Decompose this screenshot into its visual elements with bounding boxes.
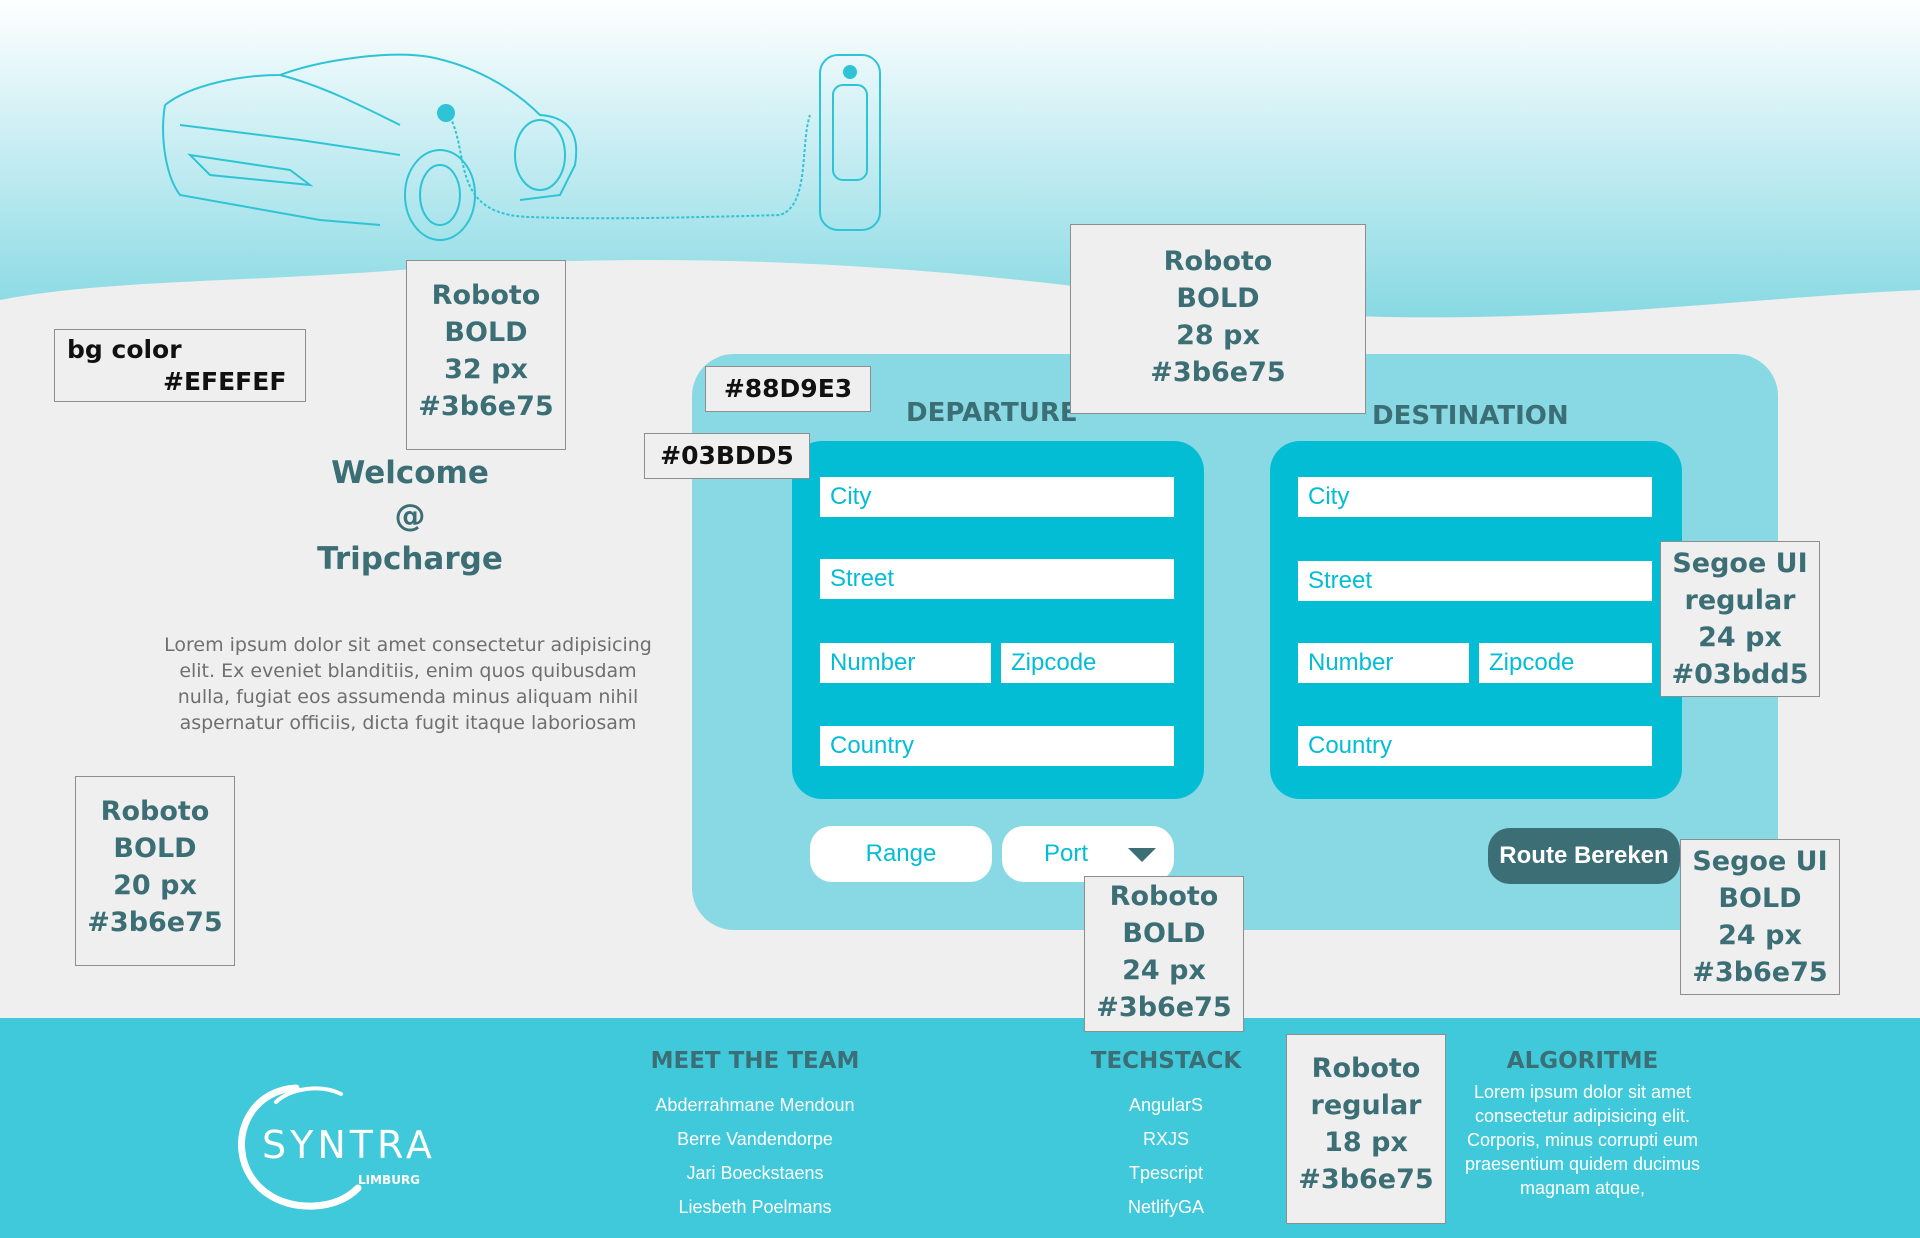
destination-number-input[interactable]: Number [1298,643,1469,683]
departure-title: DEPARTURE [906,398,1078,428]
destination-city-input[interactable]: City [1298,477,1652,517]
destination-title: DESTINATION [1372,401,1569,431]
annotation-line: #3b6e75 [418,391,554,422]
team-member-link[interactable]: Berre Vandendorpe [620,1122,890,1156]
departure-number-input[interactable]: Number [820,643,991,683]
annotation-line: 20 px [113,870,197,901]
annotation-line: 32 px [444,354,528,385]
departure-street-input[interactable]: Street [820,559,1174,599]
port-label: Port [1044,840,1089,867]
welcome-line: Welcome [331,455,489,491]
intro-font-annotation: Roboto BOLD 20 px #3b6e75 [75,776,235,966]
team-member-link[interactable]: Jari Boeckstaens [620,1156,890,1190]
techstack-heading: TECHSTACK [1090,1048,1242,1074]
bg-color-annotation: bg color #EFEFEF [54,329,306,402]
team-heading: MEET THE TEAM [650,1048,860,1074]
annotation-line: 18 px [1324,1127,1408,1158]
annotation-line: Roboto [100,796,210,827]
logo-text: SYNTRA [262,1123,436,1167]
welcome-line: Tripcharge [317,541,503,577]
annotation-line: #EFEFEF [163,367,287,396]
annotation-line: 24 px [1718,920,1802,951]
chevron-down-icon [1128,848,1156,862]
annotation-line: 24 px [1122,955,1206,986]
techstack-column: TECHSTACK AngularS RXJS Tpescript Netlif… [1066,1048,1266,1224]
range-label: Range [865,840,937,867]
annotation-line: #3b6e75 [1298,1164,1434,1195]
annotation-line: Segoe UI [1672,548,1808,579]
destination-street-input[interactable]: Street [1298,561,1652,601]
destination-zipcode-input[interactable]: Zipcode [1479,643,1652,683]
footer-heading-font-annotation: Roboto BOLD 24 px #3b6e75 [1084,876,1244,1032]
footer: SYNTRA LIMBURG MEET THE TEAM Abderrahman… [0,1018,1920,1238]
panel-color-annotation: #88D9E3 [705,366,871,412]
algoritme-text: Lorem ipsum dolor sit amet consectetur a… [1464,1082,1701,1198]
team-member-link[interactable]: Liesbeth Poelmans [620,1190,890,1224]
annotation-line: BOLD [1122,918,1206,949]
techstack-item: RXJS [1142,1129,1189,1149]
annotation-line: #3b6e75 [1096,992,1232,1023]
annotation-line: Roboto [1163,246,1273,277]
annotation-line: regular [1310,1090,1422,1121]
departure-city-input[interactable]: City [820,477,1174,517]
footer-text-font-annotation: Roboto regular 18 px #3b6e75 [1286,1034,1446,1224]
welcome-font-annotation: Roboto BOLD 32 px #3b6e75 [406,260,566,450]
departure-zipcode-input[interactable]: Zipcode [1001,643,1174,683]
input-font-annotation: Segoe UI regular 24 px #03bdd5 [1660,541,1820,697]
range-input[interactable]: Range [810,826,992,882]
departure-country-input[interactable]: Country [820,726,1174,766]
route-bereken-button[interactable]: Route Bereken [1488,828,1680,884]
techstack-item: Tpescript [1128,1163,1204,1183]
techstack-item: AngularS [1128,1095,1204,1115]
annotation-line: BOLD [1176,283,1260,314]
techstack-item: NetlifyGA [1127,1197,1205,1217]
annotation-line: Roboto [1109,881,1219,912]
card-color-annotation: #03BDD5 [644,433,810,479]
annotation-line: BOLD [113,833,197,864]
annotation-line: #3b6e75 [87,907,223,938]
port-select[interactable]: Port [1002,826,1174,882]
annotation-line: #3b6e75 [1150,357,1286,388]
welcome-heading: Welcome @ Tripcharge [300,452,520,581]
annotation-line: 24 px [1698,622,1782,653]
ev-charging-car-illustration [162,53,881,241]
syntra-logo: SYNTRA LIMBURG [237,1084,436,1210]
destination-country-input[interactable]: Country [1298,726,1652,766]
algoritme-column: ALGORITME Lorem ipsum dolor sit amet con… [1460,1048,1705,1200]
team-member-link[interactable]: Abderrahmane Mendoun [620,1088,890,1122]
annotation-line: Roboto [1311,1053,1421,1084]
algoritme-heading: ALGORITME [1506,1048,1659,1074]
logo-subtext: LIMBURG [358,1173,420,1187]
annotation-line: Roboto [431,280,541,311]
annotation-line: 28 px [1176,320,1260,351]
welcome-line: @ [394,498,426,534]
team-column: MEET THE TEAM Abderrahmane Mendoun Berre… [620,1048,890,1224]
button-font-annotation: Segoe UI BOLD 24 px #3b6e75 [1680,839,1840,995]
annotation-line: Segoe UI [1692,846,1828,877]
annotation-line: BOLD [1718,883,1802,914]
annotation-line: #03bdd5 [1671,659,1809,690]
annotation-line: #3b6e75 [1692,957,1828,988]
annotation-line: regular [1684,585,1796,616]
annotation-line: bg color [67,335,182,364]
intro-text: Lorem ipsum dolor sit amet consectetur a… [164,634,652,734]
annotation-line: BOLD [444,317,528,348]
section-font-annotation: Roboto BOLD 28 px #3b6e75 [1070,224,1366,414]
hero-banner [0,0,1920,330]
